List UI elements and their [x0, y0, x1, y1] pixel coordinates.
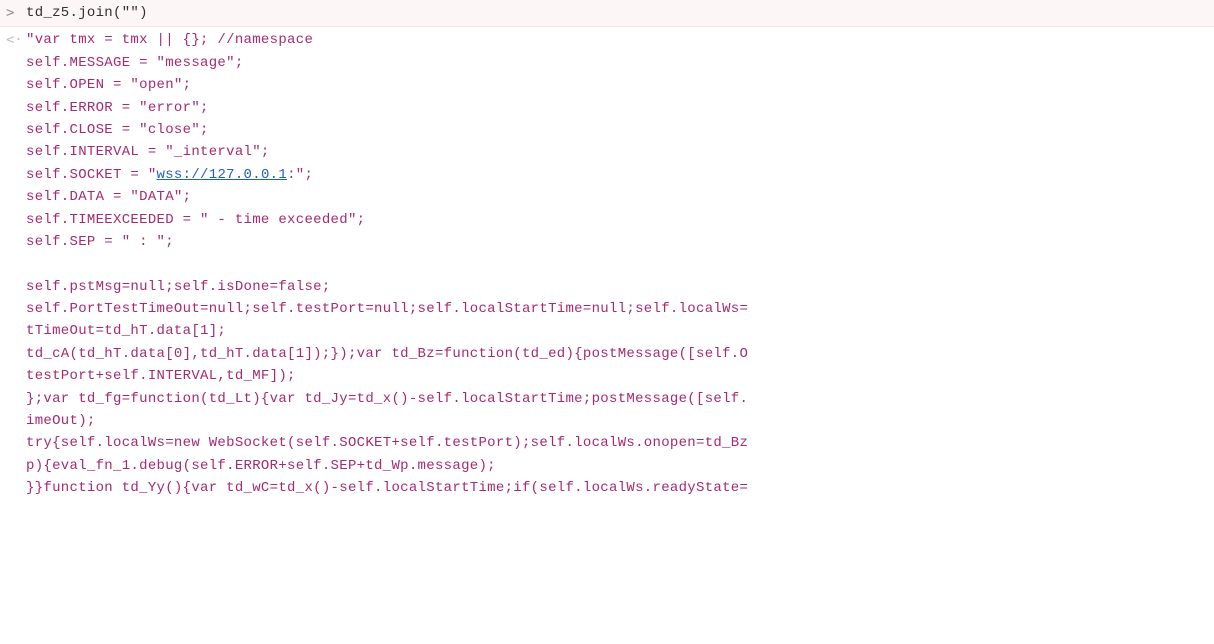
output-line: testPort+self.INTERVAL,td_MF]); [26, 368, 296, 384]
output-text-segment: self.SOCKET = " [26, 167, 157, 183]
output-line: "var tmx = tmx || {}; //namespace [26, 32, 313, 48]
output-line: }}function td_Yy(){var td_wC=td_x()-self… [26, 480, 748, 496]
output-line: self.DATA = "DATA"; [26, 189, 191, 205]
console-input-row[interactable]: > td_z5.join("") [0, 0, 1214, 27]
output-line: self.pstMsg=null;self.isDone=false; [26, 279, 331, 295]
output-line: self.PortTestTimeOut=null;self.testPort=… [26, 301, 748, 317]
output-line: self.TIMEEXCEEDED = " - time exceeded"; [26, 212, 365, 228]
output-line: };var td_fg=function(td_Lt){var td_Jy=td… [26, 391, 748, 407]
output-return-marker: <· [6, 29, 26, 51]
output-line: self.INTERVAL = "_interval"; [26, 144, 270, 160]
output-line: self.SEP = " : "; [26, 234, 174, 250]
output-line: p){eval_fn_1.debug(self.ERROR+self.SEP+t… [26, 458, 496, 474]
output-line: try{self.localWs=new WebSocket(self.SOCK… [26, 435, 748, 451]
output-text-segment: :"; [287, 167, 313, 183]
output-line: tTimeOut=td_hT.data[1]; [26, 323, 226, 339]
console-output-row: <· "var tmx = tmx || {}; //namespace sel… [0, 27, 1214, 501]
url-link[interactable]: wss://127.0.0.1 [157, 167, 288, 183]
output-line: self.MESSAGE = "message"; [26, 55, 244, 71]
output-line: imeOut); [26, 413, 96, 429]
input-prompt-marker: > [6, 2, 26, 24]
output-line: self.CLOSE = "close"; [26, 122, 209, 138]
console-input-code[interactable]: td_z5.join("") [26, 2, 1214, 24]
output-line: self.OPEN = "open"; [26, 77, 191, 93]
output-line: self.ERROR = "error"; [26, 100, 209, 116]
output-line: td_cA(td_hT.data[0],td_hT.data[1]);});va… [26, 346, 748, 362]
console-output-text[interactable]: "var tmx = tmx || {}; //namespace self.M… [26, 29, 1214, 499]
output-line: self.SOCKET = "wss://127.0.0.1:"; [26, 167, 313, 183]
